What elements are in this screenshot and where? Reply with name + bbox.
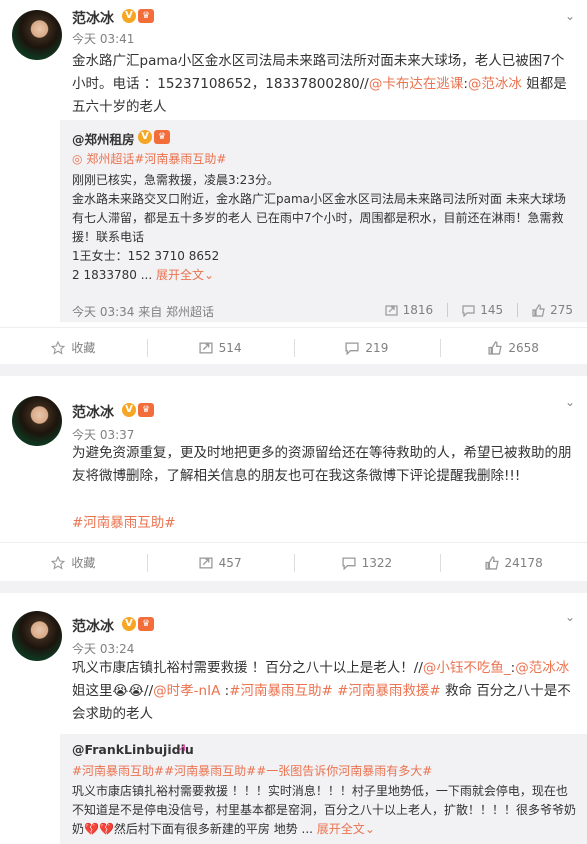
post-time[interactable]: 今天 03:24: [72, 640, 134, 657]
quoted-time-source[interactable]: 今天 03:34 来自 郑州超话: [72, 303, 214, 320]
repost-icon: [385, 304, 398, 316]
verified-v-icon: V: [122, 617, 136, 631]
chevron-down-icon[interactable]: ⌄: [565, 611, 577, 623]
account-type-icon: ⩘: [178, 740, 186, 755]
quoted-like-button[interactable]: 275: [532, 303, 573, 317]
repost-icon: [199, 557, 213, 568]
favorite-button[interactable]: 收藏: [0, 328, 147, 367]
avatar[interactable]: [12, 396, 62, 446]
star-icon: [51, 340, 66, 355]
mention-link[interactable]: @卡布达在逃课: [369, 76, 464, 92]
comment-button[interactable]: 1322: [293, 543, 441, 582]
quoted-post[interactable]: @郑州租房 V ♛ ◎ 郑州超话#河南暴雨互助# 刚刚已核实，急需救援，凌晨3:…: [60, 120, 587, 322]
expand-full-text[interactable]: 展开全文: [317, 822, 365, 836]
chevron-down-icon[interactable]: ⌄: [565, 396, 577, 408]
topic-tag[interactable]: #河南暴雨互助#: [229, 683, 333, 699]
member-level-icon: ♛: [138, 617, 154, 631]
comment-icon: [462, 304, 475, 317]
like-button[interactable]: 2658: [440, 328, 587, 367]
expand-full-text[interactable]: 展开全文: [156, 268, 204, 282]
comment-icon: [345, 342, 359, 355]
quoted-text: 刚刚已核实，急需救援，凌晨3:23分。 金水路未来路交叉口附近，金水路广汇pam…: [72, 173, 566, 282]
user-name[interactable]: 范冰冰: [72, 8, 114, 28]
repost-button[interactable]: 514: [146, 328, 294, 367]
member-level-icon: ♛: [138, 9, 154, 23]
mention-link[interactable]: @范冰冰: [468, 76, 522, 92]
post-time[interactable]: 今天 03:41: [72, 30, 134, 47]
repost-button[interactable]: 457: [146, 543, 294, 582]
weibo-post-2: 范冰冰 V ♛ ⌄ 今天 03:37 为避免资源重复，更及时地把更多的资源留给还…: [0, 376, 587, 581]
post-actions: 收藏 514 219 2658: [0, 327, 587, 367]
quoted-actions: 1816 145 275: [385, 303, 573, 317]
quoted-comment-button[interactable]: 145: [462, 303, 503, 317]
avatar[interactable]: [12, 10, 62, 60]
verified-v-icon: V: [122, 9, 136, 23]
quoted-repost-button[interactable]: 1816: [385, 303, 433, 317]
post-text: 金水路广汇pama小区金水区司法局未来路司法所对面未来大球场，老人已被困7个小时…: [72, 53, 567, 115]
topic-tag[interactable]: #河南暴雨救援#: [337, 683, 441, 699]
topic-tag[interactable]: #河南暴雨互助#: [72, 512, 176, 535]
quoted-text: 巩义市康店镇扎裕村需要救援 ！！！实时消息！！！村子里地势低，一下雨就会停电，现…: [72, 784, 577, 836]
post-actions: 收藏 457 1322 24178: [0, 542, 587, 582]
comment-icon: [342, 557, 356, 570]
post-text: 巩义市康店镇扎裕村需要救援 ！百分之八十以上是老人！//@小钰不吃鱼_:@范冰冰…: [72, 660, 571, 722]
quoted-user-name[interactable]: @郑州租房: [72, 129, 135, 148]
chevron-down-icon: ⌄: [204, 268, 215, 282]
favorite-button[interactable]: 收藏: [0, 543, 147, 582]
topic-tags[interactable]: #河南暴雨互助##河南暴雨互助##一张图告诉你河南暴雨有多大#: [72, 762, 432, 779]
user-name[interactable]: 范冰冰: [72, 616, 114, 636]
chevron-down-icon: ⌄: [364, 822, 375, 836]
thumbs-up-icon: [532, 303, 545, 317]
thumbs-up-icon: [484, 555, 499, 570]
verified-v-icon: V: [138, 130, 152, 144]
topic-tags[interactable]: ◎ 郑州超话#河南暴雨互助#: [72, 150, 226, 167]
chevron-down-icon[interactable]: ⌄: [565, 10, 577, 22]
mention-link[interactable]: @小钰不吃鱼_: [423, 660, 511, 676]
mention-link[interactable]: @时孝-nIA: [153, 683, 220, 699]
user-name[interactable]: 范冰冰: [72, 402, 114, 422]
repost-icon: [199, 342, 213, 353]
weibo-post-1: 范冰冰 V ♛ ⌄ 今天 03:41 金水路广汇pama小区金水区司法局未来路司…: [0, 0, 587, 364]
avatar[interactable]: [12, 611, 62, 661]
post-time[interactable]: 今天 03:37: [72, 426, 134, 443]
weibo-post-3: 范冰冰 V ♛ ⌄ 今天 03:24 巩义市康店镇扎裕村需要救援 ！百分之八十以…: [0, 593, 587, 844]
member-level-icon: ♛: [138, 403, 154, 417]
like-button[interactable]: 24178: [440, 543, 587, 582]
star-icon: [51, 555, 66, 570]
mention-link[interactable]: @范冰冰: [515, 660, 569, 676]
member-level-icon: ♛: [154, 130, 170, 144]
verified-v-icon: V: [122, 403, 136, 417]
thumbs-up-icon: [488, 340, 503, 355]
post-text: 为避免资源重复，更及时地把更多的资源留给还在等待救助的人，希望已被救助的朋友将微…: [72, 445, 572, 484]
topic-icon: ◎: [72, 152, 83, 166]
comment-button[interactable]: 219: [293, 328, 441, 367]
quoted-user-name[interactable]: @FrankLinbujidiu: [72, 742, 194, 757]
quoted-post[interactable]: @FrankLinbujidiu ⩘ #河南暴雨互助##河南暴雨互助##一张图告…: [60, 734, 587, 844]
